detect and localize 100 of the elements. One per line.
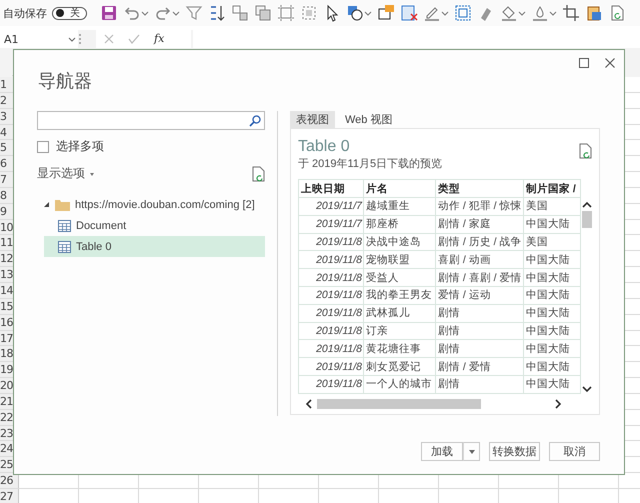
table-cell: 剧情 / 历史 / 战争 [436, 233, 524, 251]
scroll-up-icon[interactable] [582, 201, 592, 209]
column-header[interactable]: 片名 [364, 180, 436, 198]
tab[interactable]: 表视图 [290, 111, 335, 128]
selection-pane-icon[interactable] [377, 4, 395, 22]
table-cell: 剧情 / 家庭 [436, 215, 524, 234]
delete-icon[interactable] [400, 4, 418, 22]
table-cell: 武林孤儿 [364, 304, 436, 322]
table-cell: 2019/11/8 [298, 286, 364, 304]
autosave-toggle[interactable]: 关 [52, 6, 87, 20]
preview-subtitle: 于 2019年11月5日下载的预览 [298, 157, 442, 171]
table-cell: 一个人的城市 [364, 375, 436, 394]
vertical-scroll-thumb[interactable] [582, 211, 592, 228]
table-cell: 那座桥 [364, 215, 436, 234]
table-cell: 爱情 / 运动 [436, 286, 524, 304]
expand-arrow-icon[interactable] [43, 201, 50, 208]
shapes-icon[interactable] [346, 4, 364, 22]
table-cell: 剧情 / 喜剧 / 爱情 [436, 268, 524, 286]
tree-item-label: Table 0 [76, 240, 112, 252]
maximize-icon[interactable] [579, 58, 589, 68]
table-cell: 我的拳王男友 [364, 286, 436, 304]
fill-icon[interactable] [500, 4, 518, 22]
table-cell: 越域重生 [364, 198, 436, 216]
scroll-left-icon[interactable] [305, 398, 313, 409]
refresh-icon[interactable] [578, 143, 592, 159]
table-cell: 美国 [524, 233, 580, 251]
table-cell: 美国 [524, 198, 580, 216]
horizontal-scroll-thumb[interactable] [317, 398, 481, 409]
table-cell: 剧情 / 爱情 [436, 358, 524, 376]
table-cell: 中国大陆 [524, 268, 580, 286]
group-icon[interactable] [231, 4, 249, 22]
table-cell: 中国大陆 [524, 358, 580, 376]
insert-function-button[interactable]: fx [154, 32, 164, 46]
table-cell: 动作 / 犯罪 / 惊悚 [436, 198, 524, 216]
font-color-icon[interactable] [531, 4, 549, 22]
paste-picture-icon[interactable] [585, 4, 603, 22]
table-cell: 中国大陆 [524, 250, 580, 269]
table-cell: 剧情 [436, 304, 524, 322]
dialog-title: 导航器 [38, 70, 92, 92]
table-cell: 决战中途岛 [364, 233, 436, 251]
tree-item[interactable]: Document [44, 215, 265, 236]
table-cell: 中国大陆 [524, 322, 580, 340]
table-cell: 中国大陆 [524, 375, 580, 394]
table-icon [58, 220, 71, 232]
table-cell: 2019/11/8 [298, 304, 364, 322]
table-cell: 宠物联盟 [364, 250, 436, 269]
table-cell: 中国大陆 [524, 304, 580, 322]
table-cell: 剧情 [436, 322, 524, 340]
table-cell: 2019/11/8 [298, 375, 364, 394]
table-cell: 喜剧 / 动画 [436, 250, 524, 269]
table-cell: 中国大陆 [524, 215, 580, 234]
more-icon[interactable] [78, 32, 82, 46]
scroll-right-icon[interactable] [554, 398, 562, 409]
display-options-button[interactable]: 显示选项 [37, 165, 97, 182]
table-cell: 黄花塘往事 [364, 340, 436, 358]
crop-icon[interactable] [562, 4, 580, 22]
table-cell: 刺女觅爱记 [364, 358, 436, 376]
table-cell: 2019/11/8 [298, 233, 364, 251]
tree-item[interactable]: Table 0 [44, 236, 265, 257]
load-button[interactable]: 加载 [421, 442, 463, 461]
table-cell: 2019/11/8 [298, 268, 364, 286]
search-field[interactable] [37, 111, 265, 130]
table-cell: 剧情 [436, 340, 524, 358]
checkbox[interactable] [37, 140, 49, 152]
cell-reference: A1 [4, 32, 19, 46]
name-box[interactable]: A1 [0, 30, 78, 48]
textbox-icon[interactable] [454, 4, 472, 22]
folder-icon [55, 198, 70, 211]
table-cell: 2019/11/8 [298, 340, 364, 358]
column-header[interactable]: 类型 [436, 180, 524, 198]
table-cell: 2019/11/8 [298, 322, 364, 340]
bring-forward-icon[interactable] [254, 4, 272, 22]
load-menu-button[interactable] [463, 442, 480, 461]
table-cell: 受益人 [364, 268, 436, 286]
table-cell: 2019/11/7 [298, 198, 364, 216]
close-icon[interactable] [605, 58, 615, 68]
tab[interactable]: Web 视图 [339, 111, 398, 128]
check-icon[interactable] [128, 34, 140, 44]
column-header[interactable]: 上映日期 [298, 180, 364, 198]
dialog-button[interactable]: 取消 [549, 442, 600, 461]
distribute-icon[interactable] [300, 4, 318, 22]
align-icon[interactable] [277, 4, 295, 22]
table-cell: 2019/11/7 [298, 215, 364, 234]
column-header[interactable]: 制片国家 / [524, 180, 580, 198]
tree-item[interactable]: https://movie.douban.com/coming [2] [37, 194, 265, 215]
table-cell: 2019/11/8 [298, 250, 364, 269]
preview-title: Table 0 [298, 137, 351, 157]
filter-icon[interactable] [185, 4, 203, 22]
checkbox-label: 选择多项 [56, 138, 104, 155]
save-icon[interactable] [100, 4, 118, 22]
table-cell: 中国大陆 [524, 286, 580, 304]
formula-input[interactable] [193, 30, 640, 48]
scroll-down-icon[interactable] [582, 385, 592, 393]
autosave-label: 自动保存 [3, 6, 47, 20]
search-icon[interactable] [249, 114, 261, 126]
refresh-icon[interactable] [251, 166, 265, 182]
sort-icon[interactable] [208, 4, 226, 22]
table-cell: 剧情 [436, 375, 524, 394]
dialog-button[interactable]: 转换数据 [489, 442, 540, 461]
tree-item-label: https://movie.douban.com/coming [2] [75, 198, 255, 210]
